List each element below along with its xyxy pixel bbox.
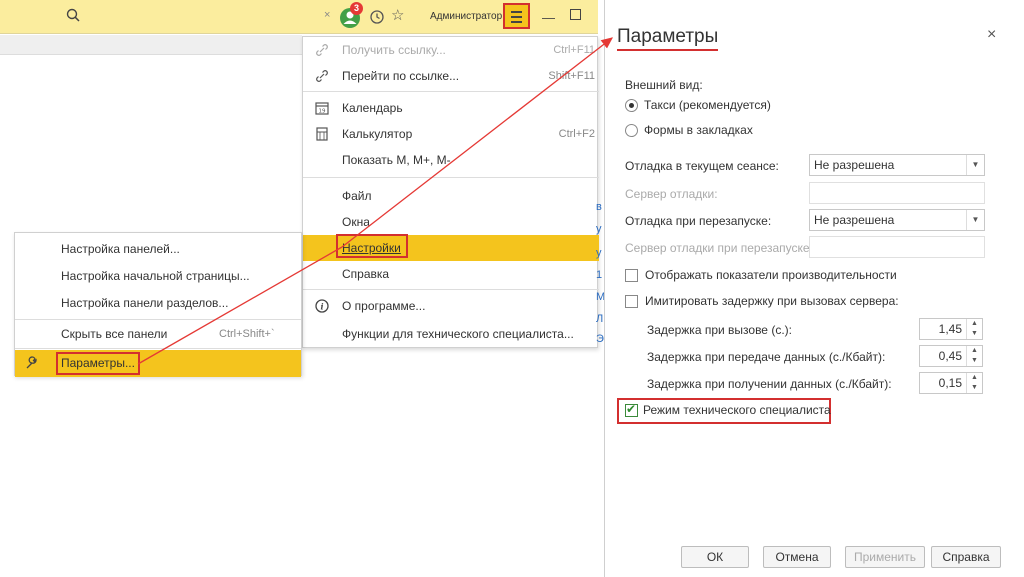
debug-session-select[interactable]: Не разрешена ▼ <box>809 154 985 176</box>
follow-link-icon <box>316 70 328 82</box>
menu-item-get-link[interactable]: Получить ссылку... Ctrl+F11 <box>303 37 599 63</box>
wrench-icon <box>26 356 37 369</box>
spin-buttons-icon[interactable]: ▲ ▼ <box>966 319 982 339</box>
debug-restart-server-label: Сервер отладки при перезапуске: <box>625 241 813 255</box>
menu-separator <box>303 91 599 92</box>
highlight-settings-box <box>336 234 408 258</box>
menu-separator <box>15 319 301 320</box>
close-icon[interactable]: × <box>987 26 996 44</box>
menu-item-file[interactable]: Файл <box>303 183 599 209</box>
help-button[interactable]: Справка <box>931 546 1001 568</box>
parameters-dialog: Параметры × Внешний вид: Такси (рекоменд… <box>604 0 1024 577</box>
search-icon[interactable] <box>66 8 80 22</box>
debug-server-label: Сервер отладки: <box>625 187 718 201</box>
submenu-item-panels[interactable]: Настройка панелей... <box>15 236 301 263</box>
delay-recv-label: Задержка при получении данных (с./Кбайт)… <box>647 377 892 391</box>
imitate-delay-label[interactable]: Имитировать задержку при вызовах сервера… <box>645 294 899 308</box>
delay-send-label: Задержка при передаче данных (с./Кбайт): <box>647 350 886 364</box>
background-link[interactable]: 1 <box>596 269 602 281</box>
background-link[interactable]: Л <box>596 313 603 325</box>
info-icon: i <box>315 299 329 313</box>
chevron-down-icon[interactable]: ▼ <box>966 210 984 230</box>
delay-call-label: Задержка при вызове (с.): <box>647 323 792 337</box>
menu-item-follow-link[interactable]: Перейти по ссылке... Shift+F11 <box>303 63 599 89</box>
favorites-star-icon[interactable]: ☆ <box>391 6 404 24</box>
link-icon <box>316 44 328 56</box>
debug-restart-select[interactable]: Не разрешена ▼ <box>809 209 985 231</box>
menu-bar-icon <box>511 11 522 13</box>
ok-button[interactable]: ОК <box>681 546 749 568</box>
history-icon[interactable] <box>369 9 385 25</box>
menu-item-about[interactable]: i О программе... <box>303 293 599 319</box>
highlight-parameters-box <box>56 352 140 375</box>
delay-call-field[interactable]: 1,45 ▲ ▼ <box>919 318 983 340</box>
debug-restart-server-input[interactable] <box>809 236 985 258</box>
chevron-down-icon[interactable]: ▼ <box>966 155 984 175</box>
debug-session-label: Отладка в текущем сеансе: <box>625 159 779 173</box>
imitate-delay-checkbox[interactable] <box>625 295 638 308</box>
radio-tabs-label[interactable]: Формы в закладках <box>644 123 753 137</box>
dialog-title: Параметры <box>617 26 719 51</box>
appearance-label: Внешний вид: <box>625 78 703 92</box>
show-perf-checkbox[interactable] <box>625 269 638 282</box>
clear-search-icon[interactable]: × <box>324 9 330 21</box>
spin-buttons-icon[interactable]: ▲ ▼ <box>966 373 982 393</box>
user-name[interactable]: Администратор <box>430 11 502 22</box>
menu-item-help[interactable]: Справка <box>303 261 599 287</box>
svg-text:i: i <box>320 302 323 312</box>
debug-server-input[interactable] <box>809 182 985 204</box>
menu-separator <box>15 348 301 349</box>
delay-send-field[interactable]: 0,45 ▲ ▼ <box>919 345 983 367</box>
cancel-button[interactable]: Отмена <box>763 546 831 568</box>
top-toolbar: × 3 ☆ Администратор — <box>0 0 598 34</box>
menu-item-show-memory[interactable]: Показать M, M+, M- <box>303 147 599 173</box>
svg-text:19: 19 <box>319 109 326 115</box>
menu-bar-icon <box>511 21 522 23</box>
menu-item-calculator[interactable]: Калькулятор Ctrl+F2 <box>303 121 599 147</box>
menu-separator <box>303 289 599 290</box>
radio-taxi[interactable] <box>625 99 638 112</box>
apply-button[interactable]: Применить <box>845 546 925 568</box>
tech-mode-label[interactable]: Режим технического специалиста <box>643 403 831 417</box>
submenu-item-sections-panel[interactable]: Настройка панели разделов... <box>15 290 301 317</box>
menu-bar-icon <box>511 16 522 18</box>
debug-restart-label: Отладка при перезапуске: <box>625 214 772 228</box>
background-link[interactable]: в <box>596 201 602 213</box>
radio-taxi-label[interactable]: Такси (рекомендуется) <box>644 98 771 112</box>
submenu-item-hide-panels[interactable]: Скрыть все панели Ctrl+Shift+` <box>15 321 301 348</box>
menu-separator <box>303 177 599 178</box>
minimize-icon[interactable]: — <box>542 10 555 25</box>
calendar-icon: 19 <box>315 102 329 115</box>
background-link[interactable]: у <box>596 223 602 235</box>
main-menu: Получить ссылку... Ctrl+F11 Перейти по с… <box>302 36 599 348</box>
notifications-count-badge: 3 <box>350 2 363 15</box>
tech-mode-checkbox[interactable] <box>625 402 638 417</box>
menu-item-windows[interactable]: Окна <box>303 209 599 235</box>
submenu-item-start-page[interactable]: Настройка начальной страницы... <box>15 263 301 290</box>
background-link[interactable]: у <box>596 247 602 259</box>
radio-tabs[interactable] <box>625 124 638 137</box>
menu-item-tech-functions[interactable]: Функции для технического специалиста... <box>303 321 599 347</box>
calculator-icon <box>316 127 328 141</box>
delay-recv-field[interactable]: 0,15 ▲ ▼ <box>919 372 983 394</box>
sections-bar <box>0 35 302 55</box>
spin-buttons-icon[interactable]: ▲ ▼ <box>966 346 982 366</box>
main-menu-button[interactable] <box>503 3 530 29</box>
menu-item-calendar[interactable]: 19 Календарь <box>303 95 599 121</box>
show-perf-label[interactable]: Отображать показатели производительности <box>645 268 897 282</box>
background-link[interactable]: Э <box>596 333 604 345</box>
restore-window-icon[interactable] <box>570 9 581 20</box>
